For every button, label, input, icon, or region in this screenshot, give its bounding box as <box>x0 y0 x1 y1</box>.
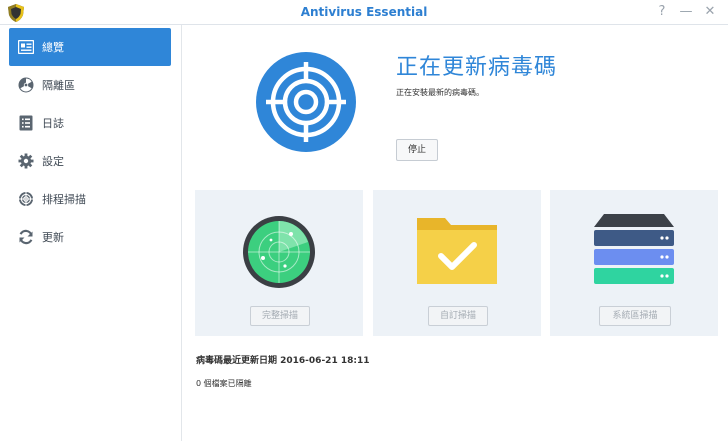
sidebar-item-overview[interactable]: 總覽 <box>9 28 171 66</box>
sidebar-item-log[interactable]: 日誌 <box>9 104 171 142</box>
sidebar-item-quarantine[interactable]: 隔離區 <box>9 66 171 104</box>
main-panel: 正在更新病毒碼 正在安裝最新的病毒碼。 停止 完整掃描 自訂掃描 系統區掃描 病… <box>183 25 728 441</box>
custom-scan-button[interactable]: 自訂掃描 <box>428 306 488 326</box>
sidebar-item-scheduled-scan[interactable]: 排程掃描 <box>9 180 171 218</box>
sidebar-item-label: 總覽 <box>42 41 64 54</box>
close-button[interactable]: ✕ <box>702 4 718 20</box>
server-stack-icon <box>594 214 674 284</box>
full-scan-button[interactable]: 完整掃描 <box>250 306 310 326</box>
system-scan-button[interactable]: 系統區掃描 <box>599 306 671 326</box>
sidebar-item-settings[interactable]: 設定 <box>9 142 171 180</box>
gear-icon <box>17 152 35 170</box>
folder-check-icon <box>417 218 497 284</box>
sidebar-item-label: 更新 <box>42 231 64 244</box>
refresh-icon <box>17 228 35 246</box>
quarantine-count: 0 個檔案已隔離 <box>196 379 252 388</box>
full-scan-card: 完整掃描 <box>195 190 363 336</box>
sidebar: 總覽 隔離區 日誌 設定 排程掃描 更新 <box>0 25 182 441</box>
sidebar-item-label: 設定 <box>42 155 64 168</box>
status-description: 正在安裝最新的病毒碼。 <box>396 88 484 97</box>
stop-button[interactable]: 停止 <box>396 139 438 161</box>
overview-icon <box>17 38 35 56</box>
target-icon <box>17 190 35 208</box>
sidebar-item-label: 排程掃描 <box>42 193 86 206</box>
status-title: 正在更新病毒碼 <box>396 55 558 80</box>
radiation-icon <box>17 76 35 94</box>
sidebar-item-label: 隔離區 <box>42 79 75 92</box>
radar-icon <box>243 216 315 288</box>
sidebar-item-label: 日誌 <box>42 117 64 130</box>
window-title: Antivirus Essential <box>300 5 428 19</box>
custom-scan-card: 自訂掃描 <box>373 190 541 336</box>
sidebar-item-update[interactable]: 更新 <box>9 218 171 256</box>
last-update-date: 病毒碼最近更新日期 2016-06-21 18:11 <box>196 356 370 366</box>
help-button[interactable]: ? <box>654 4 670 20</box>
log-icon <box>17 114 35 132</box>
minimize-button[interactable]: — <box>678 4 694 20</box>
update-target-icon <box>256 52 356 152</box>
title-bar: Antivirus Essential ? — ✕ <box>0 0 728 25</box>
system-scan-card: 系統區掃描 <box>550 190 718 336</box>
